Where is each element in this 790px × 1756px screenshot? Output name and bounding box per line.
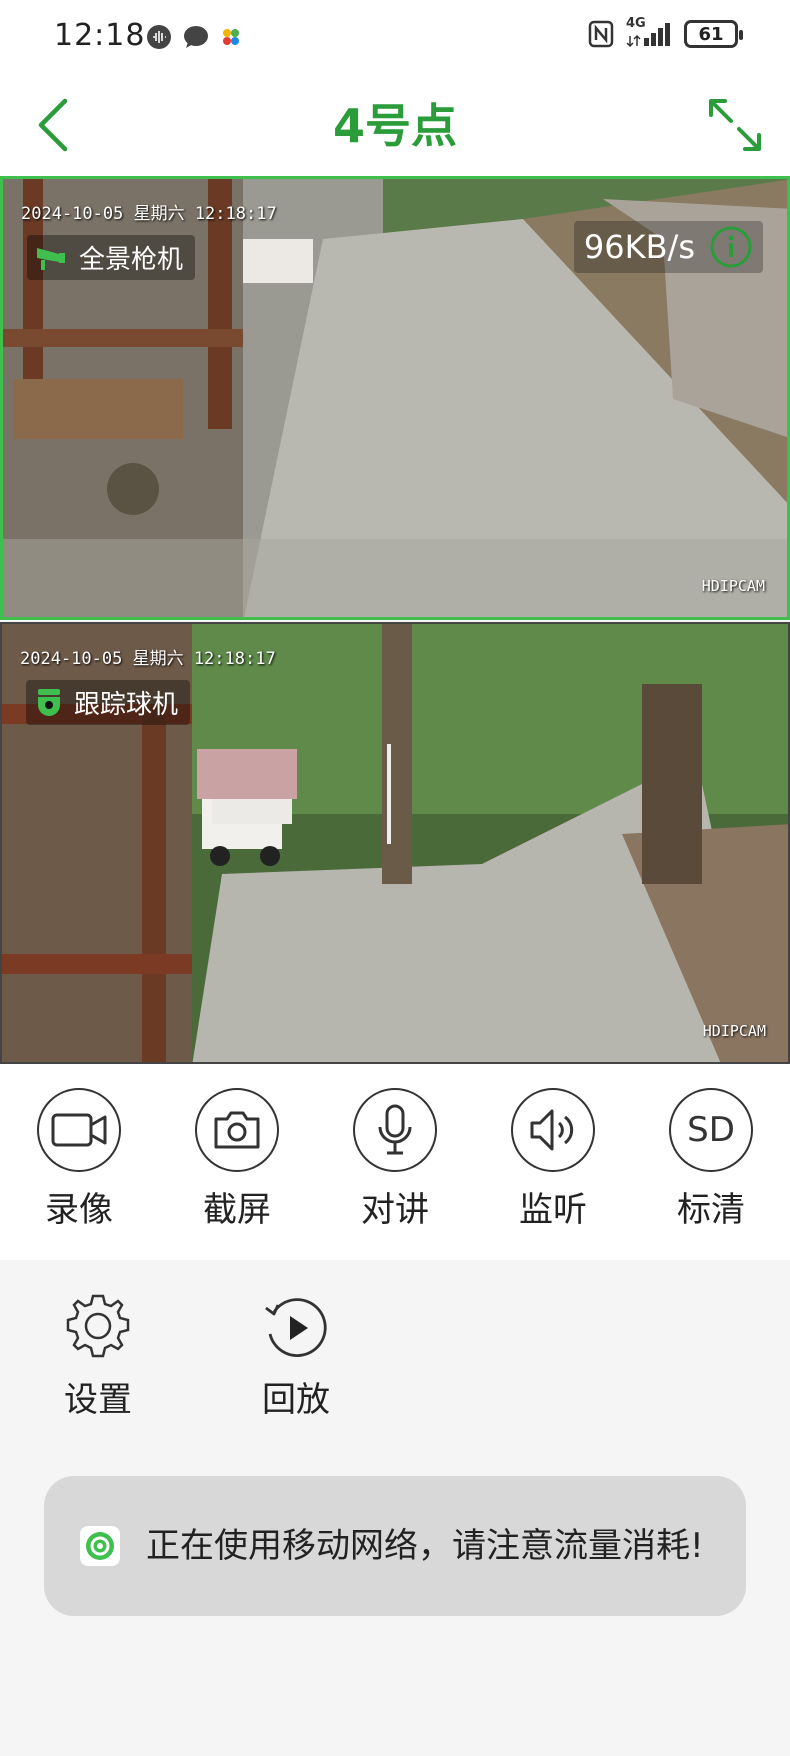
page-title: 4号点: [332, 99, 457, 153]
quality-button[interactable]: SD 标清: [651, 1088, 771, 1260]
listen-circle: [511, 1088, 595, 1172]
toast-message: 正在使用移动网络，请注意流量消耗!: [146, 1526, 704, 1566]
control-label: 监听: [519, 1190, 587, 1230]
camera-name: 跟踪球机: [74, 690, 179, 720]
nfc-icon: [588, 20, 614, 48]
control-bar: 录像 截屏 对讲 监听 SD 标清: [0, 1064, 790, 1260]
camera-bitrate: 96KB/s: [573, 221, 763, 273]
camera-name: 全景枪机: [79, 245, 184, 275]
expand-icon: [709, 99, 761, 151]
network-toast: 正在使用移动网络，请注意流量消耗!: [44, 1476, 746, 1616]
signal-indicator: 4G: [626, 16, 672, 48]
app-dots-icon: [223, 29, 239, 45]
listen-button[interactable]: 监听: [493, 1088, 613, 1260]
status-bar: 12:18 4G 61: [0, 0, 790, 76]
status-right: 4G 61: [588, 16, 743, 48]
sd-icon: SD: [687, 1110, 735, 1150]
tools-section: 设置 回放: [0, 1260, 790, 1460]
screenshot-circle: [195, 1088, 279, 1172]
camera-label: 跟踪球机: [26, 680, 191, 725]
info-icon[interactable]: [709, 225, 753, 269]
signal-bars-icon: [626, 23, 670, 48]
playback-button[interactable]: 回放: [236, 1292, 356, 1421]
fullscreen-button[interactable]: [700, 90, 770, 160]
camera-watermark: HDIPCAM: [701, 577, 765, 595]
gear-icon: [66, 1294, 130, 1358]
control-label: 录像: [45, 1190, 113, 1230]
playback-icon: [265, 1298, 327, 1357]
camera-watermark: HDIPCAM: [702, 1022, 766, 1040]
settings-button[interactable]: 设置: [38, 1292, 158, 1421]
camera-view-panorama[interactable]: 2024-10-05 星期六 12:18:17 全景枪机 96KB/s HDIP…: [0, 176, 790, 620]
video-camera-icon: [51, 1113, 107, 1147]
tool-label: 回放: [262, 1380, 330, 1420]
quality-circle: SD: [669, 1088, 753, 1172]
app-bar: 4号点: [0, 76, 790, 176]
notification-icons: [146, 24, 242, 50]
camera-view-tracking[interactable]: 2024-10-05 星期六 12:18:17 跟踪球机 HDIPCAM: [0, 622, 790, 1064]
control-label: 截屏: [203, 1190, 271, 1230]
bitrate-value: 96KB/s: [583, 228, 695, 266]
camera-timestamp: 2024-10-05 星期六 12:18:17: [20, 649, 276, 669]
app-logo-icon: [80, 1526, 120, 1566]
audio-wave-icon: [147, 25, 171, 49]
talk-button[interactable]: 对讲: [335, 1088, 455, 1260]
chat-bubble-icon: [184, 26, 208, 48]
dome-camera-icon: [38, 688, 60, 716]
camera-timestamp: 2024-10-05 星期六 12:18:17: [21, 204, 277, 224]
control-label: 对讲: [361, 1190, 429, 1230]
battery-indicator: 61: [684, 20, 743, 48]
microphone-icon: [378, 1104, 412, 1155]
bullet-camera-icon: [37, 247, 65, 270]
record-button[interactable]: 录像: [19, 1088, 139, 1260]
camera-icon: [214, 1111, 260, 1149]
talk-circle: [353, 1088, 437, 1172]
record-circle: [37, 1088, 121, 1172]
camera-label: 全景枪机: [27, 235, 196, 280]
status-time: 12:18: [54, 18, 146, 53]
control-label: 标清: [677, 1190, 745, 1230]
tool-label: 设置: [64, 1380, 132, 1420]
speaker-icon: [530, 1109, 574, 1151]
screenshot-button[interactable]: 截屏: [177, 1088, 297, 1260]
